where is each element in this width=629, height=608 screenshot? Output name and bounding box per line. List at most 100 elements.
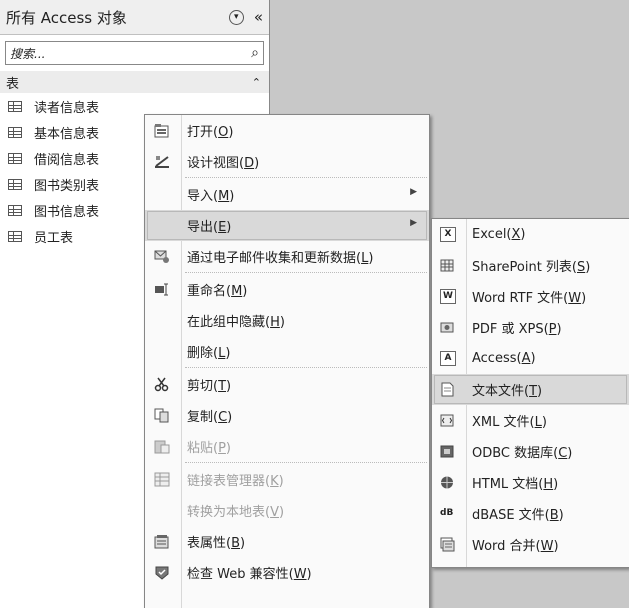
export-word-merge[interactable]: Word 合并(W) — [432, 529, 629, 560]
label: ODBC 数据库( — [472, 446, 559, 461]
menu-item-check-web-compat[interactable]: 检查 Web 兼容性(W) — [145, 557, 429, 588]
label-end: ) — [368, 251, 374, 266]
nav-pane-title: 所有 Access 对象 — [6, 8, 127, 27]
rename-icon — [154, 282, 170, 297]
label-end: ) — [278, 474, 284, 489]
menu-item-export[interactable]: 导出(E) ▶ — [145, 210, 429, 241]
menu-item-import[interactable]: 导入(M) ▶ — [145, 179, 429, 210]
label: 导出( — [187, 220, 219, 235]
label: 通过电子邮件收集和更新数据( — [187, 251, 362, 266]
excel-icon: X — [440, 227, 456, 242]
label: Word 合并( — [472, 539, 541, 554]
label-end: ) — [227, 410, 233, 425]
open-icon — [154, 123, 170, 138]
label-end: ) — [226, 379, 232, 394]
accelerator-key: D — [244, 156, 255, 171]
label: 粘贴( — [187, 441, 219, 456]
label: 文本文件( — [472, 384, 530, 399]
accelerator-key: M — [231, 284, 243, 299]
group-label: 表 — [6, 76, 20, 92]
export-odbc-database[interactable]: ODBC 数据库(C) — [432, 436, 629, 467]
label: Excel( — [472, 227, 512, 242]
menu-item-hide-in-group[interactable]: 在此组中隐藏(H) — [145, 305, 429, 336]
menu-item-cut[interactable]: 剪切(T) — [145, 369, 429, 400]
menu-item-paste[interactable]: 粘贴(P) — [145, 431, 429, 462]
label-end: ) — [553, 477, 559, 492]
accelerator-key: C — [218, 410, 228, 425]
export-access[interactable]: A Access(A) — [432, 343, 629, 374]
access-icon: A — [440, 351, 456, 366]
menu-item-delete[interactable]: 删除(L) — [145, 336, 429, 367]
group-header-tables[interactable]: 表 ⌃ — [0, 71, 269, 93]
export-pdf-xps[interactable]: PDF 或 XPS(P) — [432, 312, 629, 343]
export-dbase-file[interactable]: dB dBASE 文件(B) — [432, 498, 629, 529]
label: SharePoint 列表( — [472, 260, 577, 275]
word-merge-icon — [440, 537, 456, 552]
export-text-file[interactable]: 文本文件(T) — [432, 374, 629, 405]
scissors-icon — [154, 377, 170, 392]
table-icon — [8, 126, 22, 138]
menu-item-linked-table-manager[interactable]: 链接表管理器(K) — [145, 464, 429, 495]
nav-pane-header[interactable]: 所有 Access 对象 ▾ « — [0, 0, 269, 35]
label-end: ) — [225, 346, 231, 361]
label-end: ) — [306, 567, 312, 582]
export-excel[interactable]: X Excel(X) — [432, 219, 629, 250]
label: 打开( — [187, 125, 219, 140]
xml-file-icon — [440, 413, 456, 428]
label-end: ) — [556, 322, 562, 337]
menu-item-table-properties[interactable]: 表属性(B) — [145, 526, 429, 557]
collapse-pane-icon[interactable]: « — [254, 8, 263, 26]
table-name: 基本信息表 — [34, 126, 100, 142]
label: 检查 Web 兼容性( — [187, 567, 294, 582]
menu-item-open[interactable]: 打开(O) — [145, 115, 429, 146]
menu-item-email-collect[interactable]: 通过电子邮件收集和更新数据(L) — [145, 241, 429, 272]
label: 转换为本地表( — [187, 505, 271, 520]
accelerator-key: V — [270, 505, 279, 520]
label-end: ) — [530, 351, 536, 366]
label-end: ) — [225, 441, 231, 456]
label-end: ) — [585, 260, 591, 275]
table-icon — [8, 152, 22, 164]
email-icon — [154, 249, 170, 264]
accelerator-key: B — [231, 536, 240, 551]
menu-item-rename[interactable]: 重命名(M) — [145, 274, 429, 305]
sharepoint-list-icon — [440, 258, 456, 273]
export-html-document[interactable]: HTML 文档(H) — [432, 467, 629, 498]
export-word-rtf[interactable]: W Word RTF 文件(W) — [432, 281, 629, 312]
label-end: ) — [228, 125, 234, 140]
accelerator-key: W — [540, 539, 554, 554]
accelerator-key: B — [549, 508, 559, 523]
accelerator-key: M — [218, 189, 230, 204]
search-field[interactable]: 搜索... ⌕ — [5, 41, 264, 65]
export-sharepoint-list[interactable]: SharePoint 列表(S) — [432, 250, 629, 281]
properties-icon — [154, 534, 170, 549]
accelerator-key: W — [568, 291, 582, 306]
label: 表属性( — [187, 536, 232, 551]
submenu-arrow-icon: ▶ — [410, 218, 417, 228]
label-end: ) — [553, 539, 559, 554]
label: 在此组中隐藏( — [187, 315, 271, 330]
table-icon — [8, 100, 22, 112]
search-placeholder: 搜索... — [10, 46, 46, 61]
submenu-arrow-icon: ▶ — [410, 187, 417, 197]
label-end: ) — [229, 189, 235, 204]
label-end: ) — [242, 284, 248, 299]
accelerator-key: L — [534, 415, 542, 430]
label: 剪切( — [187, 379, 219, 394]
accelerator-key: T — [218, 379, 227, 394]
label-end: ) — [254, 156, 260, 171]
table-name: 读者信息表 — [34, 100, 100, 116]
accelerator-key: P — [548, 322, 557, 337]
pdf-icon — [440, 320, 456, 335]
export-xml-file[interactable]: XML 文件(L) — [432, 405, 629, 436]
menu-item-convert-to-local[interactable]: 转换为本地表(V) — [145, 495, 429, 526]
menu-item-design-view[interactable]: 设计视图(D) — [145, 146, 429, 177]
accelerator-key: T — [529, 384, 538, 399]
search-icon[interactable]: ⌕ — [251, 45, 259, 61]
menu-item-copy[interactable]: 复制(C) — [145, 400, 429, 431]
label: Access( — [472, 351, 522, 366]
label-end: ) — [278, 505, 285, 520]
label: 删除( — [187, 346, 219, 361]
nav-dropdown-icon[interactable]: ▾ — [228, 9, 244, 25]
group-collapse-icon[interactable]: ⌃ — [252, 76, 261, 89]
